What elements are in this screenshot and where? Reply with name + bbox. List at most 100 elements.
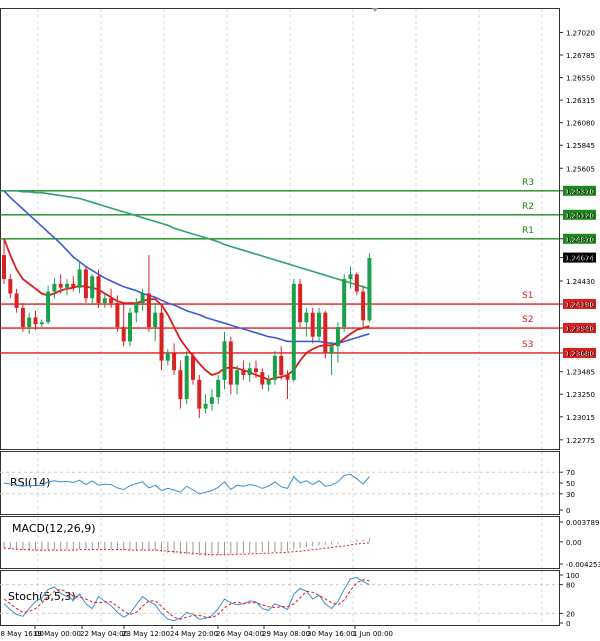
rsi-tick-label: 0 xyxy=(566,507,570,515)
price-tick-label: 1.22775 xyxy=(566,437,595,445)
price-tick-label: 1.24674 xyxy=(566,255,595,263)
candle-body xyxy=(216,379,221,398)
price-tick-label: 1.25370 xyxy=(566,188,595,196)
candle-body xyxy=(235,370,240,385)
candle-body xyxy=(203,403,208,409)
candle-body xyxy=(209,397,214,404)
candle-body xyxy=(115,303,120,328)
candle-body xyxy=(83,269,88,299)
time-tick-label: 22 May 04:00 xyxy=(80,630,128,638)
candle-body xyxy=(361,291,366,321)
price-tick-label: 1.23940 xyxy=(566,325,595,333)
price-tick-label: 1.25845 xyxy=(566,142,595,150)
candle-body xyxy=(323,312,328,353)
candle-body xyxy=(90,276,95,299)
price-panel-frame xyxy=(0,8,560,450)
candle-body xyxy=(146,293,151,328)
candle-body xyxy=(367,257,372,321)
level-label-r2: R2 xyxy=(522,202,534,212)
price-tick-label: 1.24430 xyxy=(566,278,595,286)
level-label-s1: S1 xyxy=(522,291,533,301)
candle-body xyxy=(260,372,265,385)
rsi-tick-label: 70 xyxy=(566,469,575,477)
candle-body xyxy=(178,370,183,400)
time-axis: 18 May 16:0019 May 00:0022 May 04:0023 M… xyxy=(0,625,393,638)
time-tick-label: 26 May 04:00 xyxy=(216,630,264,638)
candle-body xyxy=(191,355,195,380)
time-tick-label: 19 May 00:00 xyxy=(33,630,81,638)
price-tick-label: 1.23680 xyxy=(566,350,595,358)
candle-body xyxy=(317,312,321,337)
candle-body xyxy=(140,293,145,304)
stoch-tick-label: 0 xyxy=(566,620,570,628)
candle-body xyxy=(153,312,158,328)
candle-body xyxy=(266,379,271,385)
stoch-panel-frame xyxy=(0,570,560,626)
macd-tick-label: 0.00 xyxy=(566,539,582,547)
candle-body xyxy=(304,312,309,323)
time-tick-label: 23 May 12:00 xyxy=(122,630,170,638)
candle-body xyxy=(39,322,44,325)
candle-body xyxy=(33,317,38,325)
stoch-tick-label: 20 xyxy=(566,610,575,618)
macd-tick-label: -0.004253 xyxy=(566,561,600,569)
candle-body xyxy=(310,312,315,337)
candle-body xyxy=(222,341,227,380)
price-tick-label: 1.26785 xyxy=(566,52,595,60)
candle-body xyxy=(20,307,25,328)
candle-body xyxy=(165,352,170,361)
trading-chart: R3 1.25370 R2 1.25120 R1 1.24870 S1 1.24190 S2 1.… xyxy=(0,8,600,638)
candle-body xyxy=(128,312,132,342)
macd-title: MACD(12,26,9) xyxy=(12,522,96,535)
candle-body xyxy=(27,317,32,328)
stoch-tick-label: 100 xyxy=(566,572,579,580)
stoch-title: Stoch(5,5,3) xyxy=(8,590,76,603)
candle-body xyxy=(172,352,177,371)
time-tick-label: 29 May 08:00 xyxy=(262,630,310,638)
price-tick-label: 1.26315 xyxy=(566,97,595,105)
price-tick-label: 1.26550 xyxy=(566,75,595,83)
candle-body xyxy=(228,341,233,385)
candle-body xyxy=(272,355,277,380)
candle-body xyxy=(109,298,114,304)
candle-body xyxy=(279,355,284,376)
candle-body xyxy=(46,291,51,323)
stoch-tick-label: 80 xyxy=(566,582,575,590)
rsi-title: RSI(14) xyxy=(10,476,50,489)
candle-body xyxy=(354,274,359,292)
price-tick-label: 1.24190 xyxy=(566,301,595,309)
price-tick-label: 1.23485 xyxy=(566,369,595,377)
candle-body xyxy=(102,298,107,304)
candle-body xyxy=(121,327,126,342)
candle-body xyxy=(77,269,82,288)
price-tick-label: 1.23250 xyxy=(566,391,595,399)
rsi-tick-label: 50 xyxy=(566,480,575,488)
macd-tick-label: 0.003789 xyxy=(566,519,599,527)
price-tick-label: 1.24870 xyxy=(566,236,595,244)
time-tick-label: 30 May 16:00 xyxy=(307,630,355,638)
rsi-tick-label: 30 xyxy=(566,491,575,499)
level-label-s2: S2 xyxy=(522,315,533,325)
level-label-r3: R3 xyxy=(522,178,534,188)
level-label-r1: R1 xyxy=(522,226,534,236)
candle-body xyxy=(2,255,6,280)
time-tick-label: 1 Jun 00:00 xyxy=(353,630,393,638)
candle-body xyxy=(58,283,63,288)
candle-body xyxy=(348,274,353,280)
candle-body xyxy=(335,327,340,347)
candle-body xyxy=(342,279,347,328)
candle-body xyxy=(8,279,13,294)
candle-body xyxy=(71,283,76,288)
candle-body xyxy=(184,355,189,400)
level-label-s3: S3 xyxy=(522,340,533,350)
price-tick-label: 1.23015 xyxy=(566,414,595,422)
candle-body xyxy=(65,283,69,288)
candle-body xyxy=(298,283,303,323)
candle-body xyxy=(159,312,164,361)
candle-body xyxy=(247,368,252,376)
candle-body xyxy=(285,375,290,380)
price-tick-label: 1.25605 xyxy=(566,165,595,173)
candle-body xyxy=(197,379,202,409)
price-tick-label: 1.27020 xyxy=(566,29,595,37)
price-tick-label: 1.26080 xyxy=(566,120,595,128)
